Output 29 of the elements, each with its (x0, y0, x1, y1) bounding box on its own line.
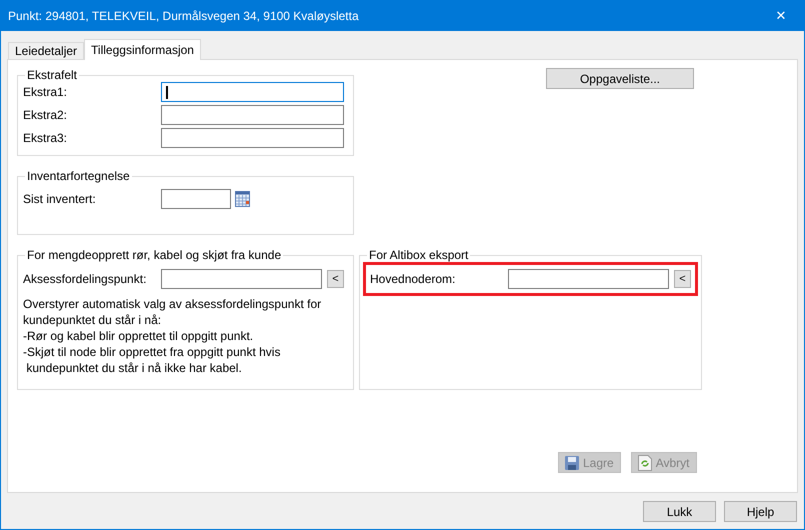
field-label: Aksessfordelingspunkt: (23, 271, 148, 288)
text-caret (166, 86, 168, 98)
text-field[interactable] (508, 269, 669, 289)
tab[interactable]: Tilleggsinformasjon (84, 39, 201, 60)
refresh-document-icon (638, 454, 652, 470)
field-label: Ekstra1: (23, 84, 68, 101)
task-list-button[interactable]: Oppgaveliste... (546, 68, 694, 89)
group-title: Ekstrafelt (26, 68, 78, 82)
pick-button[interactable]: < (674, 270, 691, 288)
pick-button[interactable]: < (327, 270, 344, 288)
group-title: For Altibox eksport (368, 248, 470, 262)
text-field[interactable] (161, 128, 344, 148)
dialog-button[interactable]: Lukk (643, 501, 716, 522)
text-field[interactable] (161, 269, 322, 289)
field-label: Sist inventert: (23, 191, 97, 208)
group-title: Inventarfortegnelse (26, 169, 131, 183)
close-button[interactable]: ✕ (758, 2, 804, 30)
field-label: Ekstra3: (23, 130, 68, 147)
text-field[interactable] (161, 105, 344, 125)
window-title: Punkt: 294801, TELEKVEIL, Durmålsvegen 34, 9100 Kvaløysletta (8, 8, 359, 25)
dialog-button[interactable]: Hjelp (724, 501, 797, 522)
group-title: For mengdeopprett rør, kabel og skjøt fra kunde (26, 248, 282, 262)
tab[interactable]: Leiedetaljer (8, 42, 84, 59)
field-label: Hovednoderom: (370, 271, 456, 288)
help-text: Overstyrer automatisk valg av aksessfordelingspunkt for kundepunktet du står i nå: -Rør og kabel blir opprettet til oppgitt punkt. -Skjøt til node blir opprettet fra oppgitt punkt hvis kundepunktet du står i nå ikke har kabel. (23, 296, 322, 376)
field-label: Ekstra2: (23, 107, 68, 124)
date-field[interactable] (161, 189, 231, 209)
calendar-icon[interactable] (235, 191, 250, 207)
text-field[interactable] (161, 82, 344, 102)
